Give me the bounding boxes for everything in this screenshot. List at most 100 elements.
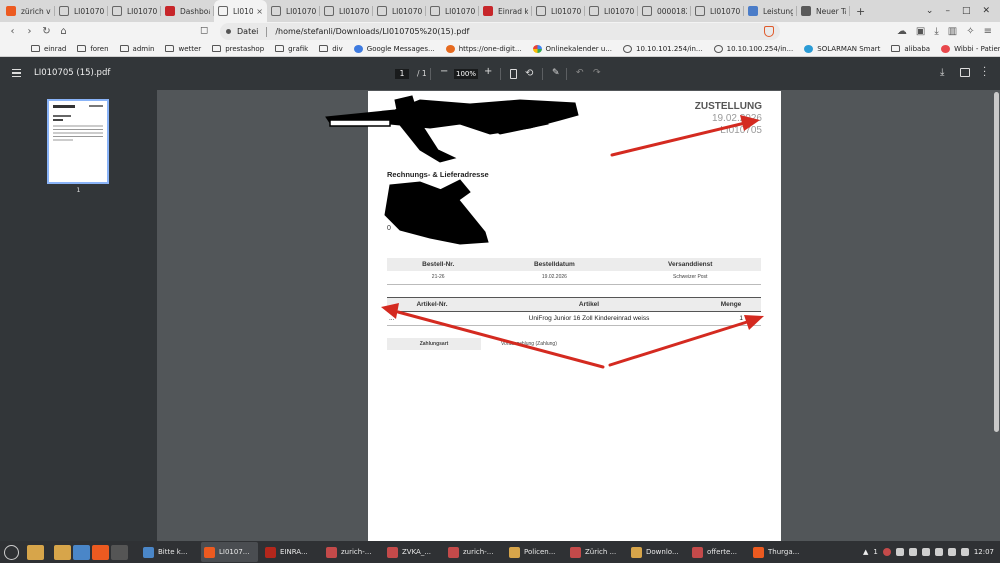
bookmark-folder[interactable]: wetter [165, 45, 201, 53]
mail-launcher-icon[interactable] [73, 544, 90, 560]
clipboard-icon[interactable] [921, 548, 930, 556]
page-thumbnail[interactable] [47, 99, 109, 184]
display-icon[interactable] [934, 548, 943, 556]
bookmark-folder[interactable]: prestashop [212, 45, 264, 53]
browser-tab[interactable]: LI010705 [108, 0, 161, 22]
reload-icon[interactable]: ↻ [38, 26, 55, 37]
bookmark-folder[interactable]: einrad [31, 45, 66, 53]
bookmark-item[interactable]: Google Messages... [353, 44, 435, 53]
maximize-button[interactable]: □ [962, 6, 971, 16]
taskbar-task[interactable]: Policen... [506, 542, 563, 562]
bookmark-folder[interactable]: foren [77, 45, 109, 53]
leo-icon[interactable]: ✧ [966, 26, 974, 37]
tab-search-icon[interactable]: ⌄ [926, 6, 934, 16]
wallet-icon[interactable]: ▣ [916, 26, 925, 37]
brave-launcher-icon[interactable] [92, 544, 109, 560]
calculator-launcher-icon[interactable] [111, 544, 128, 560]
browser-tab[interactable]: LI010705 [267, 0, 320, 22]
taskbar-task[interactable]: zurich-... [445, 542, 502, 562]
browser-tab[interactable]: LI010705 [320, 0, 373, 22]
volume-icon[interactable] [960, 548, 969, 556]
minimize-button[interactable]: – [945, 6, 950, 16]
bookmark-item[interactable]: Wibbi - Patient P... [941, 44, 1000, 53]
taskbar-task[interactable]: zurich-... [323, 542, 380, 562]
thumbnail-sidebar: 1 [0, 90, 157, 541]
favicon-icon [622, 44, 632, 53]
workspace-indicator[interactable]: 1 [873, 548, 877, 556]
back-icon[interactable]: ‹ [4, 26, 21, 37]
bookmark-folder[interactable]: admin [119, 45, 154, 53]
browser-tab[interactable]: Neuer Ta [797, 0, 850, 22]
browser-tab[interactable]: LI010705 [373, 0, 426, 22]
clock[interactable]: 12:07 [974, 548, 994, 556]
bluetooth-icon[interactable] [908, 548, 917, 556]
bookmark-folder[interactable]: grafik [275, 45, 308, 53]
browser-tab[interactable]: LI010705 [532, 0, 585, 22]
browser-tab[interactable]: Leistung [744, 0, 797, 22]
extensions-icon[interactable]: ☁ [897, 26, 907, 37]
start-menu-icon[interactable] [4, 544, 19, 560]
taskbar-task[interactable]: offerte... [689, 542, 746, 562]
taskbar-task[interactable]: Downlo... [628, 542, 685, 562]
rotate-icon[interactable]: ⟲ [525, 68, 533, 79]
download-icon[interactable]: ⤓ [940, 67, 944, 78]
document-viewport[interactable]: ZUSTELLUNG 19.02.2026 LI010705 Rechnungs… [157, 90, 1000, 541]
red-square-icon [165, 6, 175, 16]
hamburger-menu-icon[interactable] [12, 69, 21, 77]
more-options-icon[interactable]: · · · [983, 64, 986, 82]
files-launcher-icon[interactable] [27, 544, 44, 560]
taskbar-task[interactable]: ZVKA_... [384, 542, 441, 562]
browser-tab[interactable]: LI010705 [55, 0, 108, 22]
brave-shields-icon[interactable] [764, 26, 774, 37]
file-info-icon[interactable] [226, 29, 231, 34]
url-text[interactable]: /home/stefanli/Downloads/LI010705%20(15)… [275, 27, 469, 36]
redo-icon[interactable]: ↷ [593, 68, 601, 78]
browser-tab[interactable]: Dashboa [161, 0, 214, 22]
browser-tab[interactable]: zürich ve [2, 0, 55, 22]
new-tab-button[interactable]: + [856, 5, 865, 18]
bookmark-icon[interactable]: ◻ [200, 25, 208, 36]
taskbar-task[interactable]: LI0107... [201, 542, 258, 562]
bookmark-item[interactable]: https://one-digit... [445, 44, 522, 53]
print-icon[interactable] [960, 68, 970, 77]
sidebar-icon[interactable]: ▥ [948, 26, 957, 37]
bookmark-item[interactable]: 10.10.101.254/in... [622, 44, 703, 53]
notifications-icon[interactable]: ▲ [863, 548, 868, 556]
taskbar-task[interactable]: Thurga... [750, 542, 807, 562]
taskbar-task[interactable]: Zürich ... [567, 542, 624, 562]
page-number-input[interactable]: 1 [395, 69, 409, 79]
bookmark-folder[interactable]: alibaba [891, 45, 930, 53]
zoom-in-button[interactable]: + [484, 66, 492, 77]
shield-tray-icon[interactable] [895, 548, 904, 556]
taskbar-task[interactable]: Bitte k... [140, 542, 197, 562]
home-icon[interactable]: ⌂ [55, 26, 72, 37]
browser-tab[interactable]: 0000182 [638, 0, 691, 22]
browser-tab[interactable]: Einrad k [479, 0, 532, 22]
zoom-input[interactable]: 100% [454, 69, 478, 79]
browser-tab[interactable]: LI010705 [426, 0, 479, 22]
close-tab-icon[interactable]: × [256, 7, 263, 16]
bookmark-item[interactable]: Onlinekalender u... [532, 44, 612, 53]
browser-tab[interactable]: LI010705 [585, 0, 638, 22]
vertical-scrollbar[interactable] [994, 92, 999, 432]
home-folder-launcher-icon[interactable] [54, 544, 71, 560]
browser-tab[interactable]: LI010 × [214, 0, 267, 22]
annotate-icon[interactable]: ✎ [552, 68, 560, 78]
bookmark-item[interactable]: 10.10.100.254/in... [713, 44, 793, 53]
menu-icon[interactable]: ≡ [984, 26, 992, 37]
update-icon[interactable] [882, 548, 891, 556]
taskbar-task[interactable]: EINRA... [262, 542, 319, 562]
address-bar[interactable]: Datei /home/stefanli/Downloads/LI010705%… [220, 23, 780, 40]
downloads-icon[interactable]: ⤓ [934, 26, 938, 37]
browser-tab[interactable]: LI010705 [691, 0, 744, 22]
fit-page-icon[interactable] [510, 69, 517, 79]
undo-icon[interactable]: ↶ [576, 68, 584, 78]
close-window-button[interactable]: ✕ [982, 6, 990, 16]
tab-label: LI010705 [286, 6, 316, 16]
bookmark-folder[interactable]: div [319, 45, 343, 53]
address-heading: Rechnungs- & Lieferadresse [387, 170, 489, 179]
zoom-out-button[interactable]: − [440, 66, 448, 77]
bookmark-item[interactable]: SOLARMAN Smart [804, 44, 880, 53]
network-icon[interactable] [947, 548, 956, 556]
forward-icon[interactable]: › [21, 26, 38, 37]
